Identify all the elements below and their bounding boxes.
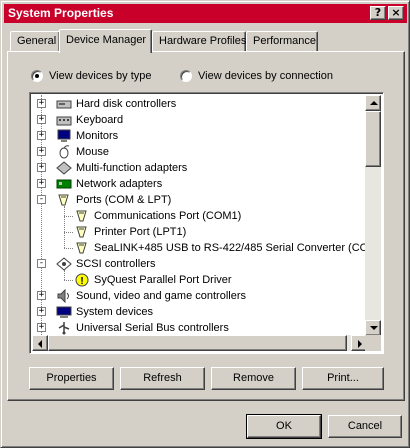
device-category[interactable]: + Monitors — [37, 128, 119, 144]
device-category[interactable]: + Multi-function adapters — [37, 160, 188, 176]
device-label: Ports (COM & LPT) — [76, 194, 172, 206]
device-item[interactable]: Communications Port (COM1) — [64, 208, 242, 224]
collapse-icon[interactable]: - — [37, 195, 46, 204]
device-category[interactable]: - SCSI controllers — [37, 256, 156, 272]
expand-icon[interactable]: + — [37, 323, 46, 332]
collapse-icon[interactable]: - — [37, 259, 46, 268]
tree-connector — [64, 280, 73, 281]
tab-device-manager[interactable]: Device Manager — [59, 29, 152, 53]
warning-device-icon: ! — [74, 273, 90, 287]
device-category[interactable]: + Sound, video and game controllers — [37, 288, 246, 304]
port-icon — [56, 193, 72, 207]
usb-icon — [56, 321, 72, 335]
device-category[interactable]: + Keyboard — [37, 112, 124, 128]
svg-text:!: ! — [80, 276, 83, 287]
device-label: Printer Port (LPT1) — [94, 226, 187, 238]
view-by-connection-radio[interactable] — [180, 70, 192, 82]
device-label: Keyboard — [76, 114, 124, 126]
view-by-connection-label: View devices by connection — [198, 70, 333, 82]
port-icon — [74, 225, 90, 239]
device-label: SCSI controllers — [76, 258, 156, 270]
device-item[interactable]: Printer Port (LPT1) — [64, 224, 187, 240]
scroll-left-button[interactable] — [32, 335, 48, 351]
remove-button[interactable]: Remove — [211, 367, 296, 390]
device-category[interactable]: + Universal Serial Bus controllers — [37, 320, 229, 336]
multi-function-adapter-icon — [56, 161, 72, 175]
port-icon — [74, 241, 90, 255]
view-by-type-radio[interactable] — [31, 70, 43, 82]
device-tree[interactable]: + Hard disk controllers + Keyboard + Monitors… — [29, 92, 384, 354]
device-label: Multi-function adapters — [76, 162, 188, 174]
properties-button[interactable]: Properties — [29, 367, 114, 390]
hard-disk-controller-icon — [56, 97, 72, 111]
system-properties-window: System Properties ? × General Device Man… — [0, 0, 410, 448]
refresh-button[interactable]: Refresh — [120, 367, 205, 390]
scroll-up-button[interactable] — [365, 95, 381, 111]
device-label: Sound, video and game controllers — [76, 290, 246, 302]
device-label: SyQuest Parallel Port Driver — [94, 274, 232, 286]
tree-connector — [64, 248, 73, 249]
expand-icon[interactable]: + — [37, 147, 46, 156]
window-title: System Properties — [8, 6, 114, 20]
expand-icon[interactable]: + — [37, 163, 46, 172]
tree-connector-child — [64, 206, 65, 248]
expand-icon[interactable]: + — [37, 99, 46, 108]
device-label: SeaLINK+485 USB to RS-422/485 Serial Con… — [94, 242, 367, 254]
device-item[interactable]: SeaLINK+485 USB to RS-422/485 Serial Con… — [64, 240, 367, 256]
device-manager-panel: View devices by type View devices by con… — [7, 51, 405, 401]
device-item[interactable]: ! SyQuest Parallel Port Driver — [64, 272, 232, 288]
sound-icon — [56, 288, 72, 304]
network-adapter-icon — [56, 177, 72, 191]
help-button[interactable]: ? — [370, 6, 386, 20]
vertical-scroll-thumb[interactable] — [365, 111, 381, 167]
device-category[interactable]: + Hard disk controllers — [37, 96, 177, 112]
tree-connector-child — [64, 270, 65, 280]
title-bar[interactable]: System Properties ? × — [4, 4, 407, 23]
print-button[interactable]: Print... — [302, 367, 384, 390]
view-by-type-option[interactable]: View devices by type — [31, 70, 152, 82]
device-category[interactable]: + Network adapters — [37, 176, 163, 192]
device-category[interactable]: + Mouse — [37, 144, 110, 160]
horizontal-scroll-thumb[interactable] — [48, 335, 347, 351]
scrollbar-corner — [365, 335, 381, 351]
device-label: Monitors — [76, 130, 119, 142]
mouse-icon — [56, 145, 72, 159]
scsi-controller-icon — [56, 257, 72, 271]
close-button[interactable]: × — [388, 6, 404, 20]
device-category[interactable]: - Ports (COM & LPT) — [37, 192, 172, 208]
tab-hardware-profiles[interactable]: Hardware Profiles — [152, 31, 246, 51]
tab-performance[interactable]: Performance — [246, 31, 318, 51]
cancel-button[interactable]: Cancel — [328, 415, 402, 438]
expand-icon[interactable]: + — [37, 307, 46, 316]
tree-connector — [64, 232, 73, 233]
vertical-scrollbar[interactable] — [365, 95, 381, 336]
system-device-icon — [56, 305, 72, 319]
keyboard-icon — [56, 113, 72, 127]
device-label: System devices — [76, 306, 154, 318]
device-tree-viewport: + Hard disk controllers + Keyboard + Monitors… — [32, 95, 367, 336]
device-label: Hard disk controllers — [76, 98, 177, 110]
device-label: Network adapters — [76, 178, 163, 190]
expand-icon[interactable]: + — [37, 131, 46, 140]
device-label: Communications Port (COM1) — [94, 210, 242, 222]
ok-button[interactable]: OK — [246, 414, 322, 439]
device-label: Mouse — [76, 146, 110, 158]
device-category[interactable]: + System devices — [37, 304, 154, 320]
tab-general[interactable]: General — [10, 31, 60, 51]
view-by-type-label: View devices by type — [49, 70, 152, 82]
port-icon — [74, 209, 90, 223]
expand-icon[interactable]: + — [37, 291, 46, 300]
horizontal-scrollbar[interactable] — [32, 335, 367, 351]
scroll-down-button[interactable] — [365, 320, 381, 336]
monitor-icon — [56, 129, 72, 143]
tree-connector — [64, 216, 73, 217]
view-by-connection-option[interactable]: View devices by connection — [180, 70, 333, 82]
expand-icon[interactable]: + — [37, 115, 46, 124]
device-label: Universal Serial Bus controllers — [76, 322, 229, 334]
expand-icon[interactable]: + — [37, 179, 46, 188]
